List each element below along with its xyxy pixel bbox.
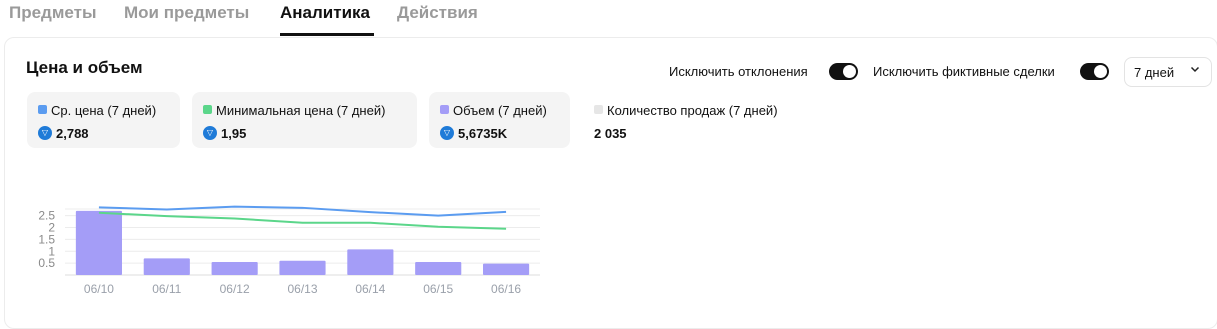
diamond-coin-icon: ▽ xyxy=(38,126,52,140)
diamond-coin-icon: ▽ xyxy=(203,126,217,140)
volume-bar xyxy=(483,263,530,275)
x-tick-label: 06/15 xyxy=(423,282,453,296)
stat-value: 2,788 xyxy=(56,126,89,141)
diamond-coin-icon: ▽ xyxy=(440,126,454,140)
stat-value: 5,6735K xyxy=(458,126,508,141)
toggle-knob xyxy=(843,65,856,78)
stat-card-volume: Объем (7 дней) ▽ 5,6735K xyxy=(429,92,570,148)
period-select-value: 7 дней xyxy=(1134,65,1175,80)
volume-bar xyxy=(75,210,122,275)
chevron-down-icon xyxy=(1190,66,1200,73)
stat-label: Количество продаж (7 дней) xyxy=(607,103,778,118)
active-tab-indicator xyxy=(280,33,374,36)
volume-bar xyxy=(211,261,258,275)
series-line xyxy=(98,205,507,217)
tab-items[interactable]: Предметы xyxy=(9,3,97,23)
exclude-wash-trades-label: Исключить фиктивные сделки xyxy=(873,64,1055,79)
tab-bar: Предметы Мои предметы Аналитика Действия xyxy=(0,0,1217,36)
stat-card-min-price: Минимальная цена (7 дней) ▽ 1,95 xyxy=(192,92,417,148)
exclude-outliers-label: Исключить отклонения xyxy=(669,64,808,79)
stat-value: 2 035 xyxy=(594,126,627,141)
x-tick-label: 06/14 xyxy=(355,282,385,296)
tab-my-items[interactable]: Мои предметы xyxy=(124,3,249,23)
y-tick-label: 2.5 xyxy=(38,209,55,223)
exclude-wash-trades-toggle[interactable] xyxy=(1080,63,1109,80)
volume-bar xyxy=(347,249,394,275)
volume-bar xyxy=(143,258,190,275)
x-tick-label: 06/10 xyxy=(84,282,114,296)
period-select[interactable]: 7 дней xyxy=(1124,57,1212,87)
legend-swatch xyxy=(203,105,212,114)
stat-label: Минимальная цена (7 дней) xyxy=(216,103,386,118)
volume-bar xyxy=(279,260,326,275)
tab-analytics[interactable]: Аналитика xyxy=(280,3,370,23)
legend-swatch xyxy=(440,105,449,114)
stat-label: Объем (7 дней) xyxy=(453,103,547,118)
price-volume-chart: 0.511.522.506/10 06/11 06/12 06/13 06/14 06/1… xyxy=(38,205,540,296)
stat-card-avg-price: Ср. цена (7 дней) ▽ 2,788 xyxy=(27,92,180,148)
tab-actions[interactable]: Действия xyxy=(397,3,478,23)
section-title: Цена и объем xyxy=(26,58,143,77)
exclude-outliers-toggle[interactable] xyxy=(829,63,858,80)
x-tick-label: 06/12 xyxy=(220,282,250,296)
volume-bar xyxy=(415,261,462,275)
x-tick-label: 06/13 xyxy=(287,282,317,296)
stat-card-sales-count: Количество продаж (7 дней) 2 035 xyxy=(590,92,810,148)
legend-swatch xyxy=(594,105,603,114)
legend-swatch xyxy=(38,105,47,114)
stat-value: 1,95 xyxy=(221,126,247,141)
stat-label: Ср. цена (7 дней) xyxy=(51,103,157,118)
x-tick-label: 06/16 xyxy=(491,282,521,296)
x-tick-label: 06/11 xyxy=(152,282,181,296)
toggle-knob xyxy=(1094,65,1107,78)
